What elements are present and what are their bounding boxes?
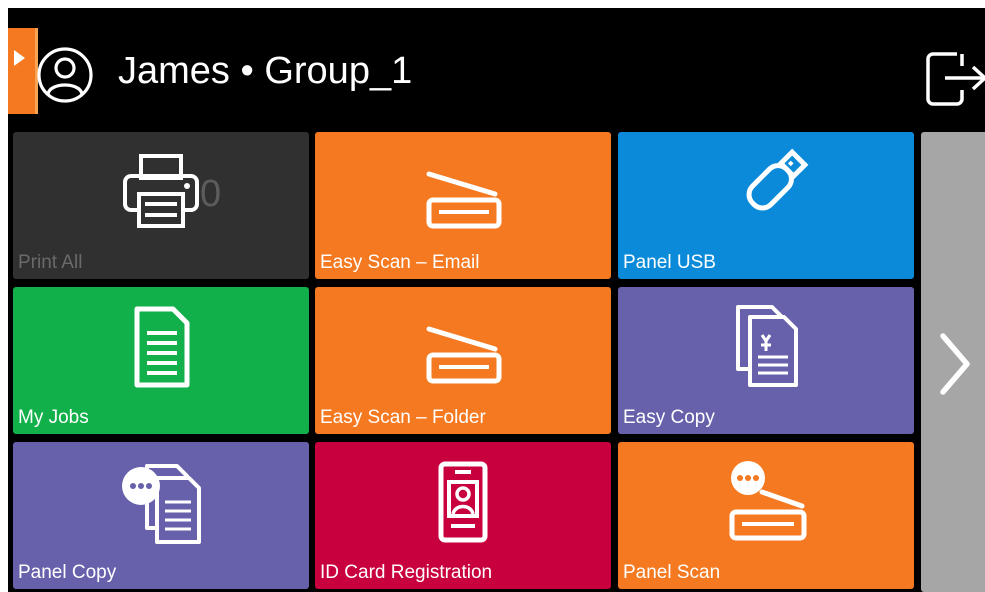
tile-easy-scan-email[interactable]: Easy Scan – Email [315,132,611,279]
user-avatar-icon [37,47,93,103]
side-menu-tab[interactable] [8,28,38,114]
copy-documents-icon [736,305,798,387]
play-arrow-icon [14,50,25,66]
print-job-count: 0 [200,173,222,215]
printer-icon [123,154,199,228]
tile-label: Panel USB [623,252,716,273]
panel-scan-icon [729,461,807,541]
tile-label: Panel Copy [18,562,117,583]
tile-label: Panel Scan [623,562,721,583]
tile-label: ID Card Registration [320,562,493,583]
next-page-button[interactable] [921,132,985,592]
tile-label: Easy Scan – Folder [320,407,486,428]
usb-drive-icon [746,148,809,211]
scanner-icon [426,171,502,229]
tile-label: Easy Copy [623,407,715,428]
tile-my-jobs[interactable]: My Jobs [13,287,309,434]
tile-label: Easy Scan – Email [320,252,480,273]
terminal-screen: James • Group_1 0 Print All Easy Scan – … [8,8,985,592]
chevron-right-icon [940,333,970,395]
id-card-icon [438,461,488,543]
tile-label: My Jobs [18,407,89,428]
tile-id-card-registration[interactable]: ID Card Registration [315,442,611,589]
scanner-icon [426,326,502,384]
tile-panel-usb[interactable]: Panel USB [618,132,914,279]
user-group-title: James • Group_1 [118,50,413,92]
tile-panel-scan[interactable]: Panel Scan [618,442,914,589]
document-icon [134,306,190,388]
tile-easy-scan-folder[interactable]: Easy Scan – Folder [315,287,611,434]
logout-icon[interactable] [923,48,985,110]
tile-label: Print All [18,252,83,273]
panel-copy-icon [122,464,201,544]
tile-print-all[interactable]: 0 Print All [13,132,309,279]
tile-panel-copy[interactable]: Panel Copy [13,442,309,589]
tile-easy-copy[interactable]: Easy Copy [618,287,914,434]
